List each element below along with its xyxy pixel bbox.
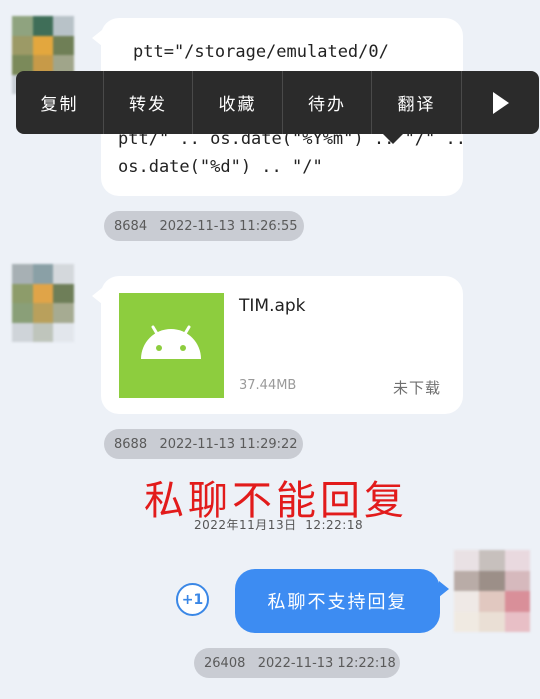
menu-item-copy[interactable]: 复制 [16,71,104,134]
menu-item-forward[interactable]: 转发 [104,71,193,134]
message-text-line: os.date("%d") .. "/" [118,157,323,177]
message-meta: 8688 2022-11-13 11:29:22 [104,429,303,459]
message-meta: 26408 2022-11-13 12:22:18 [194,648,400,678]
file-name: TIM.apk [239,296,306,316]
avatar[interactable] [12,264,74,342]
file-size: 37.44MB [239,378,297,393]
avatar[interactable] [454,550,530,632]
message-text-line: ptt="/storage/emulated/0/ [133,42,389,62]
menu-item-translate[interactable]: 翻译 [372,71,462,134]
menu-more-button[interactable] [462,71,539,134]
android-icon [141,325,201,359]
message-context-menu: 复制 转发 收藏 待办 翻译 [16,71,539,144]
message-meta: 8684 2022-11-13 11:26:55 [104,211,304,241]
plus-one-button[interactable]: +1 [176,583,209,616]
menu-item-todo[interactable]: 待办 [283,71,372,134]
outgoing-message-bubble[interactable]: 私聊不支持回复 [235,569,449,633]
download-status: 未下载 [393,379,442,397]
menu-item-favorite[interactable]: 收藏 [193,71,283,134]
file-thumbnail[interactable] [119,293,224,398]
play-triangle-icon [492,91,509,114]
annotation-date: 2022年11月13日 12:22:18 [194,518,364,532]
